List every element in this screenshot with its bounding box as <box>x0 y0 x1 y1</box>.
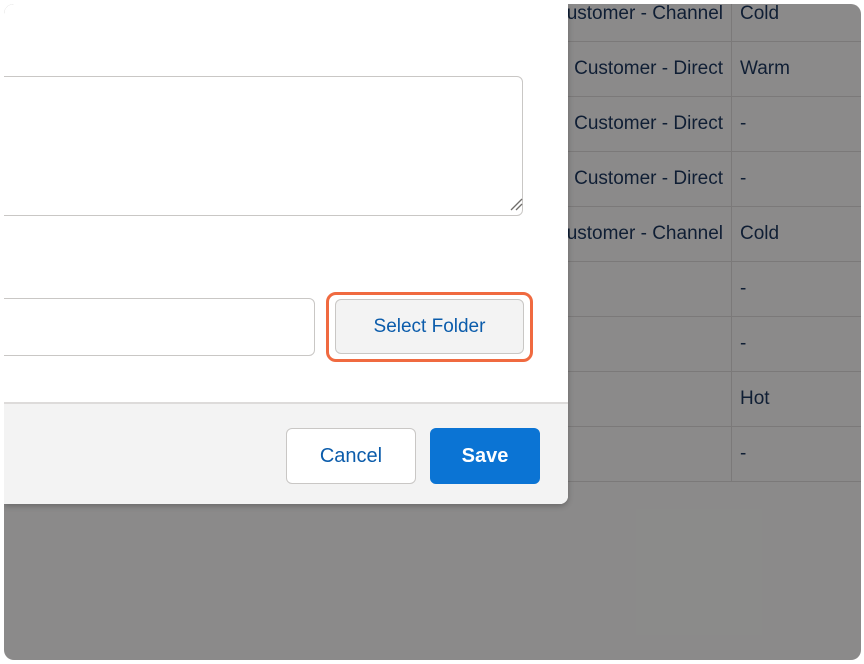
modal-dialog: Select Folder Cancel Save <box>4 4 568 504</box>
select-folder-button[interactable]: Select Folder <box>335 299 524 354</box>
screen-frame: Customer - Channel Cold Customer - Direc… <box>4 4 861 660</box>
resize-handle-icon[interactable] <box>509 197 523 211</box>
folder-input[interactable] <box>4 298 315 356</box>
modal-footer: Cancel Save <box>4 402 568 504</box>
cancel-button[interactable]: Cancel <box>286 428 416 484</box>
save-button[interactable]: Save <box>430 428 540 484</box>
description-textarea[interactable] <box>4 76 523 216</box>
